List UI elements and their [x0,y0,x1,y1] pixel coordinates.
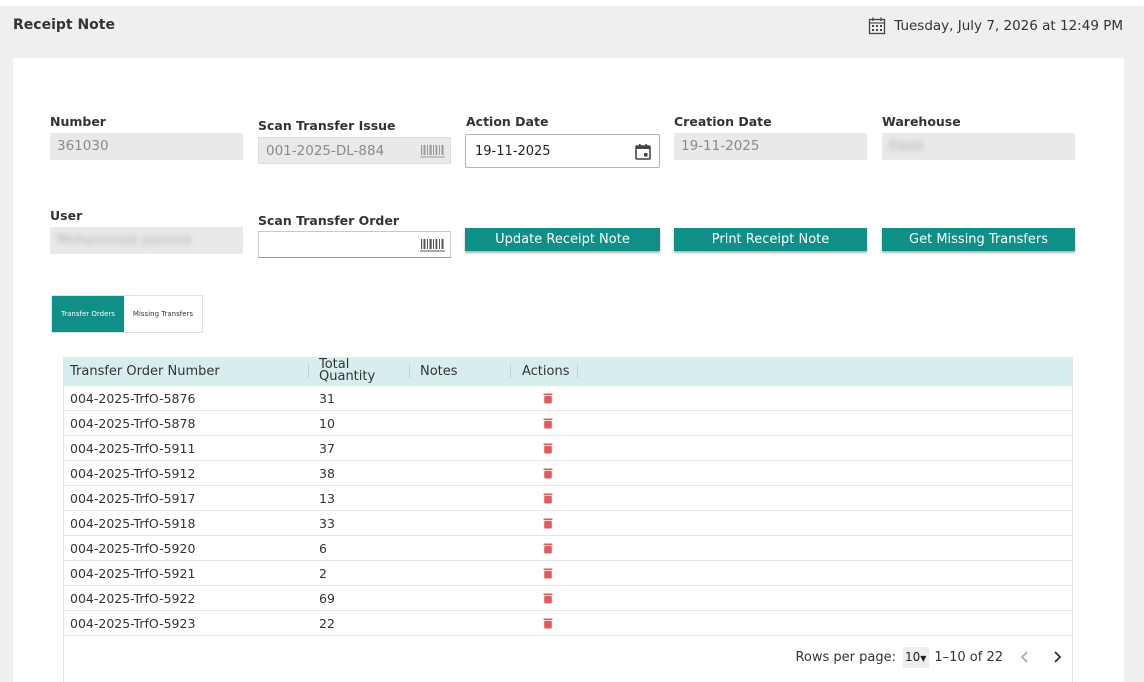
chevron-left-icon[interactable] [1019,649,1031,665]
column-separator [308,364,309,378]
warehouse-label: Warehouse [882,114,961,129]
trash-icon[interactable] [543,443,553,454]
column-separator [510,364,511,378]
trash-icon[interactable] [543,518,553,529]
page-title: Receipt Note [13,17,115,33]
dropdown-arrow-icon: ▼ [920,654,927,663]
table-row: 004-2025-TrfO-5918 33 [64,511,1072,536]
number-label: Number [50,114,106,129]
total-quantity: 10 [319,416,335,431]
transfer-order-number: 004-2025-TrfO-5918 [70,516,196,531]
trash-icon[interactable] [543,418,553,429]
rows-per-page-select[interactable]: 10▼ [903,647,929,668]
table-row: 004-2025-TrfO-5921 2 [64,561,1072,586]
creation-date-field: 19-11-2025 [674,133,867,160]
page-header: Receipt Note Tuesday, July 7, 2026 at 12… [0,6,1144,58]
total-quantity: 37 [319,441,335,456]
pagination-range: 1–10 of 22 [934,650,1003,665]
creation-date-label: Creation Date [674,114,772,129]
number-field: 361030 [50,133,243,160]
transfer-order-number: 004-2025-TrfO-5923 [70,616,196,631]
datetime-text: Tuesday, July 7, 2026 at 12:49 PM [894,18,1123,34]
total-quantity: 2 [319,566,327,581]
transfer-order-number: 004-2025-TrfO-5922 [70,591,196,606]
receipt-note-card: Number 361030 Scan Transfer Issue 001-20… [13,58,1124,682]
transfer-order-number: 004-2025-TrfO-5876 [70,391,196,406]
table-row: 004-2025-TrfO-5876 31 [64,386,1072,411]
total-quantity: 69 [319,591,335,606]
calendar-icon [869,17,886,35]
column-header-actions: Actions [522,364,570,379]
barcode-icon [420,145,445,158]
scan-transfer-issue-value: 001-2025-DL-884 [266,143,385,159]
column-header-number: Transfer Order Number [70,364,220,379]
total-quantity: 22 [319,616,335,631]
user-label: User [50,208,83,223]
table-row: 004-2025-TrfO-5922 69 [64,586,1072,611]
total-quantity: 33 [319,516,335,531]
trash-icon[interactable] [543,543,553,554]
table-row: 004-2025-TrfO-5912 38 [64,461,1072,486]
barcode-icon [420,239,445,252]
action-date-label: Action Date [466,114,549,129]
user-field: Mohammad yassine [50,227,243,254]
print-receipt-note-button[interactable]: Print Receipt Note [674,228,867,251]
warehouse-value: Kasik [889,138,925,154]
column-header-quantity: Total Quantity [319,357,376,384]
trash-icon[interactable] [543,593,553,604]
get-missing-transfers-button[interactable]: Get Missing Transfers [882,228,1075,251]
trash-icon[interactable] [543,468,553,479]
tab-transfer-orders[interactable]: Transfer Orders [52,296,124,332]
table-row: 004-2025-TrfO-5917 13 [64,486,1072,511]
table-row: 004-2025-TrfO-5923 22 [64,611,1072,636]
action-date-input[interactable]: 19-11-2025 [465,134,660,168]
trash-icon[interactable] [543,618,553,629]
transfer-order-number: 004-2025-TrfO-5917 [70,491,196,506]
rows-per-page-value: 10 [905,650,921,664]
column-separator [409,364,410,378]
column-header-notes: Notes [420,364,458,379]
total-quantity: 31 [319,391,335,406]
transfer-order-number: 004-2025-TrfO-5921 [70,566,196,581]
transfer-order-number: 004-2025-TrfO-5920 [70,541,196,556]
total-quantity: 13 [319,491,335,506]
action-date-value: 19-11-2025 [475,144,551,159]
column-separator [577,364,578,378]
scan-transfer-issue-field: 001-2025-DL-884 [258,137,451,164]
transfer-orders-table: Transfer Order Number Total Quantity Not… [63,357,1073,682]
calendar-icon[interactable] [634,143,652,161]
trash-icon[interactable] [543,493,553,504]
scan-transfer-order-input[interactable] [258,231,451,258]
scan-transfer-issue-label: Scan Transfer Issue [258,118,396,133]
datetime-display: Tuesday, July 7, 2026 at 12:49 PM [868,17,1123,35]
user-value: Mohammad yassine [57,232,193,248]
transfer-order-number: 004-2025-TrfO-5912 [70,466,196,481]
total-quantity: 6 [319,541,327,556]
table-row: 004-2025-TrfO-5911 37 [64,436,1072,461]
total-quantity: 38 [319,466,335,481]
table-row: 004-2025-TrfO-5920 6 [64,536,1072,561]
transfer-order-number: 004-2025-TrfO-5878 [70,416,196,431]
transfer-order-number: 004-2025-TrfO-5911 [70,441,196,456]
tab-missing-transfers[interactable]: Missing Transfers [124,296,202,332]
trash-icon[interactable] [543,393,553,404]
table-header: Transfer Order Number Total Quantity Not… [64,357,1072,386]
table-row: 004-2025-TrfO-5878 10 [64,411,1072,436]
pagination: Rows per page: 10▼ 1–10 of 22 [64,637,1072,682]
rows-per-page-label: Rows per page: [795,650,896,665]
chevron-right-icon[interactable] [1051,649,1063,665]
warehouse-field: Kasik [882,133,1075,160]
trash-icon[interactable] [543,568,553,579]
tab-bar: Transfer Orders Missing Transfers [51,295,204,333]
update-receipt-note-button[interactable]: Update Receipt Note [465,228,660,251]
scan-transfer-order-label: Scan Transfer Order [258,213,400,228]
